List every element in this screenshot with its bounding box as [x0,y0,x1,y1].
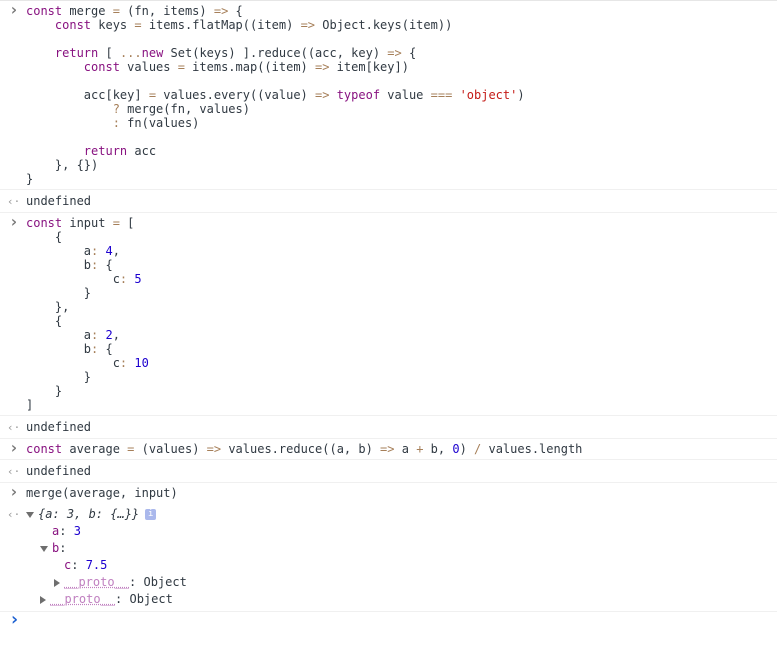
expand-caret-down-icon[interactable] [40,545,48,552]
property-c: c: 7.5 [64,558,108,572]
expand-caret-right-icon[interactable] [54,578,60,587]
property-key: a [52,524,60,538]
input-code: merge(average, input) [26,486,178,500]
console-input-input: const input = [ { a: 4, b: { c: 5 } }, {… [0,213,777,416]
proto-value: Object [143,575,187,589]
output-return-icon [9,194,21,208]
output-return-icon [9,420,21,434]
devtools-console: const merge = (fn, items) => { const key… [0,0,777,665]
inner-proto[interactable]: __proto__: Object [26,574,777,591]
output-return-icon [9,464,21,478]
input-chevron-icon [9,5,21,19]
console-output: undefined [0,416,777,439]
object-preview: {a: 3, b: {…}} [38,507,140,521]
console-prompt[interactable] [0,612,777,634]
prompt-chevron-icon [9,616,21,630]
property-key: b [52,541,60,555]
property-key: c [64,558,72,572]
console-output: undefined [0,190,777,213]
property-b[interactable]: b: [26,540,777,557]
proto-key: __proto__ [50,592,116,606]
output-text: undefined [26,420,92,434]
console-output-object: {a: 3, b: {…}} i a: 3 b: c: 7.5 __proto__… [0,503,777,612]
input-chevron-icon [9,443,21,457]
input-code: const average = (values) => values.reduc… [26,442,583,456]
proto-key: __proto__ [64,575,130,589]
property-value: 3 [73,524,81,538]
console-input-call: merge(average, input) [0,483,777,503]
expand-caret-down-icon[interactable] [26,511,34,518]
output-text: undefined [26,464,92,478]
console-input-average: const average = (values) => values.reduc… [0,439,777,460]
input-chevron-icon [9,217,21,231]
console-output: undefined [0,460,777,483]
output-return-icon [9,507,21,521]
object-root[interactable]: {a: 3, b: {…}} i [26,506,777,523]
expand-caret-right-icon[interactable] [40,595,46,604]
input-code: const input = [ { a: 4, b: { c: 5 } }, {… [26,216,149,412]
property-a: a: 3 [52,524,81,538]
proto-value: Object [129,592,173,606]
input-chevron-icon [9,487,21,501]
console-input-merge: const merge = (fn, items) => { const key… [0,1,777,190]
info-icon[interactable]: i [145,509,157,520]
object-tree: {a: 3, b: {…}} i a: 3 b: c: 7.5 __proto__… [26,506,777,608]
input-code: const merge = (fn, items) => { const key… [26,4,525,186]
outer-proto[interactable]: __proto__: Object [26,591,777,608]
output-text: undefined [26,194,92,208]
property-value: 7.5 [85,558,108,572]
